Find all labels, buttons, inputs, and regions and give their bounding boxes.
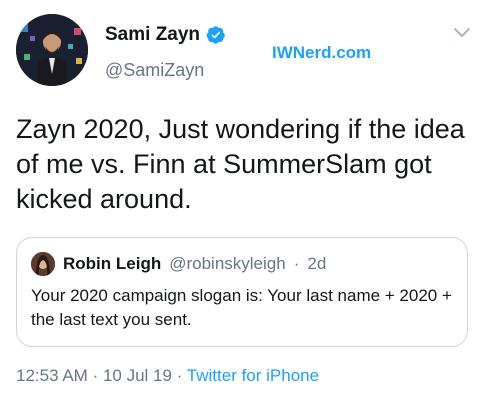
quoted-tweet-header: Robin Leigh @robinskyleigh · 2d <box>31 252 326 276</box>
author-display-name[interactable]: Sami Zayn <box>105 24 200 46</box>
tweet-date[interactable]: 10 Jul 19 <box>103 366 172 385</box>
author-handle[interactable]: @SamiZayn <box>105 60 204 81</box>
tweet-source-link[interactable]: Twitter for iPhone <box>187 366 319 385</box>
author-avatar-image <box>16 14 88 86</box>
meta-separator: · <box>176 366 183 385</box>
tweet-text: Zayn 2020, Just wondering if the idea of… <box>16 114 465 214</box>
quoted-author-handle[interactable]: @robinskyleigh <box>169 254 285 274</box>
author-avatar[interactable] <box>16 14 88 86</box>
verified-badge-icon <box>206 25 226 45</box>
meta-separator: · <box>92 366 99 385</box>
quoted-author-avatar[interactable] <box>31 252 55 276</box>
quoted-author-name[interactable]: Robin Leigh <box>63 254 161 274</box>
quoted-separator: · <box>293 254 300 273</box>
quoted-time[interactable]: 2d <box>307 254 326 274</box>
chevron-down-icon[interactable] <box>453 26 471 40</box>
tweet-time[interactable]: 12:53 AM <box>16 366 88 385</box>
author-name-row: Sami Zayn <box>105 24 226 46</box>
watermark: IWNerd.com <box>272 43 372 62</box>
tweet-meta: 12:53 AM · 10 Jul 19 · Twitter for iPhon… <box>16 366 319 386</box>
quoted-tweet[interactable]: Robin Leigh @robinskyleigh · 2d Your 202… <box>16 237 468 347</box>
quoted-tweet-text: Your 2020 campaign slogan is: Your last … <box>31 286 452 329</box>
